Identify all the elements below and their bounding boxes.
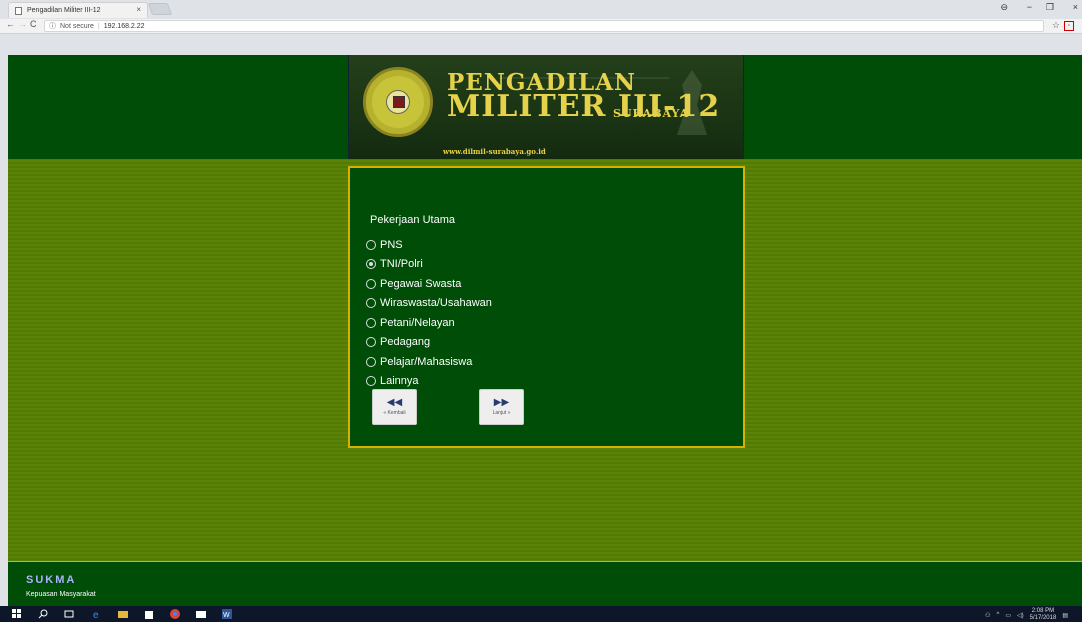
task-view-icon[interactable] xyxy=(64,609,74,619)
fast-forward-icon: ▶▶ xyxy=(493,397,510,408)
page-body: PENGADILAN MILITER III-12 SURABAYA www.d… xyxy=(8,55,1082,606)
option-label: Petani/Nelayan xyxy=(380,316,455,329)
word-icon[interactable]: W xyxy=(222,609,232,619)
option-pegawai-swasta[interactable]: Pegawai Swasta xyxy=(366,274,492,294)
extension-icon[interactable]: ▫ xyxy=(1064,21,1074,31)
new-tab-button[interactable] xyxy=(147,3,173,15)
court-seal-logo xyxy=(363,67,433,137)
clock-time: 2:08 PM xyxy=(1031,608,1055,614)
security-label: Not secure xyxy=(60,22,94,30)
browser-tab[interactable]: Pengadilan Militer III-12 × xyxy=(8,2,148,18)
rewind-icon: ◀◀ xyxy=(386,397,403,408)
edge-icon[interactable]: e xyxy=(92,609,102,619)
windows-taskbar: e W ⚇ ^ ▭ ◁) 2:08 PM 5/17/2018 ▤ xyxy=(0,606,1082,622)
system-tray: ⚇ ^ ▭ ◁) 2:08 PM 5/17/2018 ▤ xyxy=(985,608,1068,622)
url-text[interactable]: 192.168.2.22 xyxy=(104,23,145,30)
network-icon[interactable]: ▭ xyxy=(1005,612,1011,619)
windows-start-icon[interactable] xyxy=(12,609,22,619)
footer-brand: SUKMA xyxy=(26,574,77,586)
forward-icon[interactable]: → xyxy=(18,19,27,29)
site-banner: PENGADILAN MILITER III-12 SURABAYA www.d… xyxy=(348,55,744,159)
radio-button-selected[interactable] xyxy=(366,259,376,270)
search-icon[interactable] xyxy=(38,609,48,619)
mail-icon[interactable] xyxy=(196,609,206,619)
svg-text:e: e xyxy=(93,610,99,619)
back-button[interactable]: ◀◀ « Kembali xyxy=(372,389,417,425)
bookmark-star-icon[interactable]: ☆ xyxy=(1052,20,1060,31)
people-icon[interactable]: ⚇ xyxy=(985,612,990,619)
notifications-icon[interactable]: ▤ xyxy=(1062,612,1068,619)
back-icon[interactable]: ← xyxy=(6,19,15,29)
reload-icon[interactable]: C xyxy=(30,19,37,29)
option-tni-polri[interactable]: TNI/Polri xyxy=(366,255,492,275)
chevron-up-icon[interactable]: ^ xyxy=(997,612,1000,618)
address-bar-row: ← → C ⓘ Not secure | 192.168.2.22 ☆ ▫ xyxy=(0,19,1082,34)
restore-button[interactable]: ❐ xyxy=(1046,2,1054,13)
close-window-button[interactable]: × xyxy=(1073,2,1078,12)
question-panel: Pekerjaan Utama PNS TNI/Polri Pegawai Sw… xyxy=(348,166,745,448)
banner-title-3: SURABAYA xyxy=(613,107,690,120)
volume-icon[interactable]: ◁) xyxy=(1017,612,1024,619)
radio-button[interactable] xyxy=(366,239,376,250)
radio-button[interactable] xyxy=(366,278,376,289)
file-explorer-icon[interactable] xyxy=(118,609,128,619)
option-pelajar-mahasiswa[interactable]: Pelajar/Mahasiswa xyxy=(366,352,492,372)
banner-url: www.dilmil-surabaya.go.id xyxy=(443,147,546,156)
browser-chrome: Pengadilan Militer III-12 × ⊖ − ❐ × ← → … xyxy=(0,0,1082,34)
next-button-label: Lanjut » xyxy=(492,410,511,416)
next-button[interactable]: ▶▶ Lanjut » xyxy=(479,389,524,425)
info-icon[interactable]: ⓘ xyxy=(49,21,56,31)
option-label: Pelajar/Mahasiswa xyxy=(380,355,473,368)
radio-button[interactable] xyxy=(366,317,376,328)
option-pns[interactable]: PNS xyxy=(366,235,492,255)
option-pedagang[interactable]: Pedagang xyxy=(366,333,492,353)
footer-subtitle: Kepuasan Masyarakat xyxy=(26,591,96,598)
footer: SUKMA Kepuasan Masyarakat xyxy=(8,561,1082,606)
store-icon[interactable] xyxy=(144,609,154,619)
options-list: PNS TNI/Polri Pegawai Swasta Wiraswasta/… xyxy=(366,235,492,391)
profile-icon[interactable]: ⊖ xyxy=(1000,2,1008,13)
back-button-label: « Kembali xyxy=(383,410,406,416)
minimize-button[interactable]: − xyxy=(1027,2,1032,12)
option-label: Lainnya xyxy=(380,375,419,388)
address-bar[interactable]: ⓘ Not secure | 192.168.2.22 xyxy=(44,20,1044,32)
option-label: Pegawai Swasta xyxy=(380,277,462,290)
option-label: Pedagang xyxy=(380,336,431,349)
page-icon xyxy=(15,7,22,15)
option-petani-nelayan[interactable]: Petani/Nelayan xyxy=(366,313,492,333)
separator: | xyxy=(97,22,100,30)
radio-button[interactable] xyxy=(366,337,376,348)
option-label: PNS xyxy=(380,238,403,251)
option-wiraswasta[interactable]: Wiraswasta/Usahawan xyxy=(366,294,492,314)
option-label: TNI/Polri xyxy=(380,258,423,271)
tab-title: Pengadilan Militer III-12 xyxy=(27,7,101,14)
header-band: PENGADILAN MILITER III-12 SURABAYA www.d… xyxy=(8,55,1082,159)
radio-button[interactable] xyxy=(366,356,376,367)
question-label: Pekerjaan Utama xyxy=(370,214,455,226)
option-label: Wiraswasta/Usahawan xyxy=(380,297,492,310)
radio-button[interactable] xyxy=(366,298,376,309)
clock-date: 5/17/2018 xyxy=(1029,615,1057,621)
chrome-icon[interactable] xyxy=(170,609,180,619)
radio-button[interactable] xyxy=(366,376,376,387)
tab-close-icon[interactable]: × xyxy=(136,5,141,14)
clock[interactable]: 2:08 PM 5/17/2018 xyxy=(1030,608,1057,622)
svg-text:W: W xyxy=(223,612,230,619)
